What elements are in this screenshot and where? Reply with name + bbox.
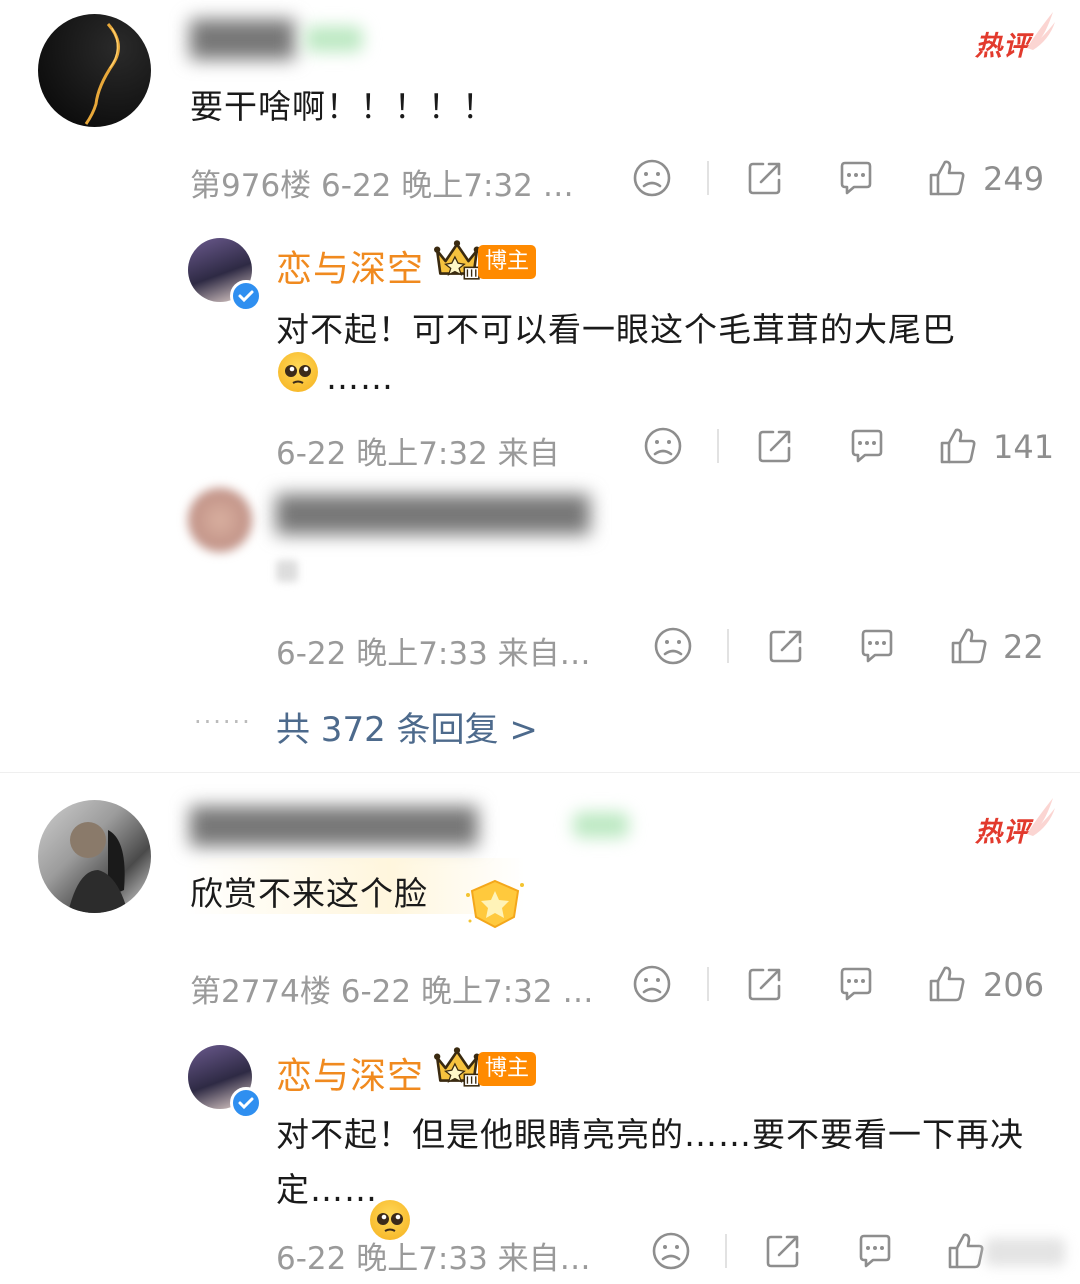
reply-timestamp: 6-22 晚上7:33 来自… xyxy=(276,1241,591,1277)
username-blurred[interactable]: ████ xyxy=(190,20,295,60)
divider xyxy=(707,967,709,1001)
blogger-badge: 博主 xyxy=(478,245,537,279)
reply-text: 对不起！但是他眼睛亮亮的……要不要看一下再决 xyxy=(276,1115,1024,1154)
like-count: 249 xyxy=(983,160,1045,198)
thumbs-up-icon[interactable] xyxy=(944,1229,988,1273)
crown-icon xyxy=(433,1045,481,1087)
thumbs-up-icon[interactable] xyxy=(925,962,969,1006)
reply-timestamp: 6-22 晚上7:33 来自… xyxy=(276,636,591,672)
hot-wing-icon xyxy=(1023,8,1057,52)
username-blurred[interactable]: ███████████ xyxy=(190,807,478,847)
crown-icon xyxy=(433,238,481,280)
comment-icon[interactable] xyxy=(834,156,878,200)
more-replies-link[interactable]: 共 372 条回复 > xyxy=(276,702,538,751)
sad-face-icon[interactable] xyxy=(630,156,674,200)
divider xyxy=(707,161,709,195)
share-icon[interactable] xyxy=(764,624,808,668)
more-dots: ······ xyxy=(194,708,252,736)
reply-timestamp: 6-22 晚上7:32 来自 xyxy=(276,436,560,472)
avatar-image xyxy=(84,22,120,125)
hot-comment-label: 热评 xyxy=(975,810,1031,849)
thumbs-up-icon[interactable] xyxy=(947,624,991,668)
comment-meta: 第2774楼 6-22 晚上7:32 … xyxy=(190,966,593,1011)
sad-face-icon[interactable] xyxy=(630,962,674,1006)
share-icon[interactable] xyxy=(753,424,797,468)
sad-face-icon[interactable] xyxy=(641,424,685,468)
reply-text-line2: …… xyxy=(326,358,394,397)
divider xyxy=(727,629,729,663)
comment-icon[interactable] xyxy=(845,424,889,468)
comment-divider xyxy=(0,772,1080,773)
hot-wing-icon xyxy=(1023,794,1057,838)
pleading-emoji-icon xyxy=(278,352,318,392)
user-level-tag xyxy=(573,812,629,838)
watermark-blurred xyxy=(985,1238,1065,1266)
comment-text: 欣赏不来这个脸 xyxy=(190,874,428,913)
comment-icon[interactable] xyxy=(855,624,899,668)
like-count: 141 xyxy=(993,428,1055,466)
verified-icon xyxy=(230,280,262,312)
star-shield-icon xyxy=(462,877,528,935)
user-level-tag xyxy=(305,26,363,52)
comment-icon[interactable] xyxy=(834,962,878,1006)
verified-icon xyxy=(230,1087,262,1119)
share-icon[interactable] xyxy=(743,156,787,200)
divider xyxy=(717,429,719,463)
comment-icon[interactable] xyxy=(853,1229,897,1273)
sad-face-icon[interactable] xyxy=(649,1229,693,1273)
avatar-image xyxy=(68,822,128,913)
blogger-badge: 博主 xyxy=(478,1052,537,1086)
avatar[interactable] xyxy=(38,800,151,913)
hot-comment-label: 热评 xyxy=(975,24,1031,63)
like-count: 22 xyxy=(1003,628,1044,666)
comment-text: 要干啥啊！！！！！ xyxy=(190,87,496,126)
reply-text-line2: 定…… xyxy=(276,1170,378,1209)
divider xyxy=(725,1234,727,1268)
like-count: 206 xyxy=(983,966,1045,1004)
thumbs-up-icon[interactable] xyxy=(936,424,980,468)
username-blurred[interactable]: ████████████ xyxy=(276,495,590,535)
comment-meta: 第976楼 6-22 晚上7:32 … xyxy=(190,160,574,205)
floor-number: 第976楼 xyxy=(190,168,312,204)
timestamp: 6-22 晚上7:32 … xyxy=(340,974,594,1010)
share-icon[interactable] xyxy=(743,962,787,1006)
blogger-name[interactable]: 恋与深空 xyxy=(276,1047,424,1099)
share-icon[interactable] xyxy=(761,1229,805,1273)
reply-text-blurred xyxy=(276,560,298,582)
avatar[interactable] xyxy=(38,14,151,127)
sad-face-icon[interactable] xyxy=(651,624,695,668)
thumbs-up-icon[interactable] xyxy=(925,156,969,200)
reply-text: 对不起！可不可以看一眼这个毛茸茸的大尾巴 xyxy=(276,310,956,349)
blogger-name[interactable]: 恋与深空 xyxy=(276,240,424,292)
floor-number: 第2774楼 xyxy=(190,974,331,1010)
reply-avatar-blurred[interactable] xyxy=(188,488,252,552)
timestamp: 6-22 晚上7:32 … xyxy=(321,168,574,204)
